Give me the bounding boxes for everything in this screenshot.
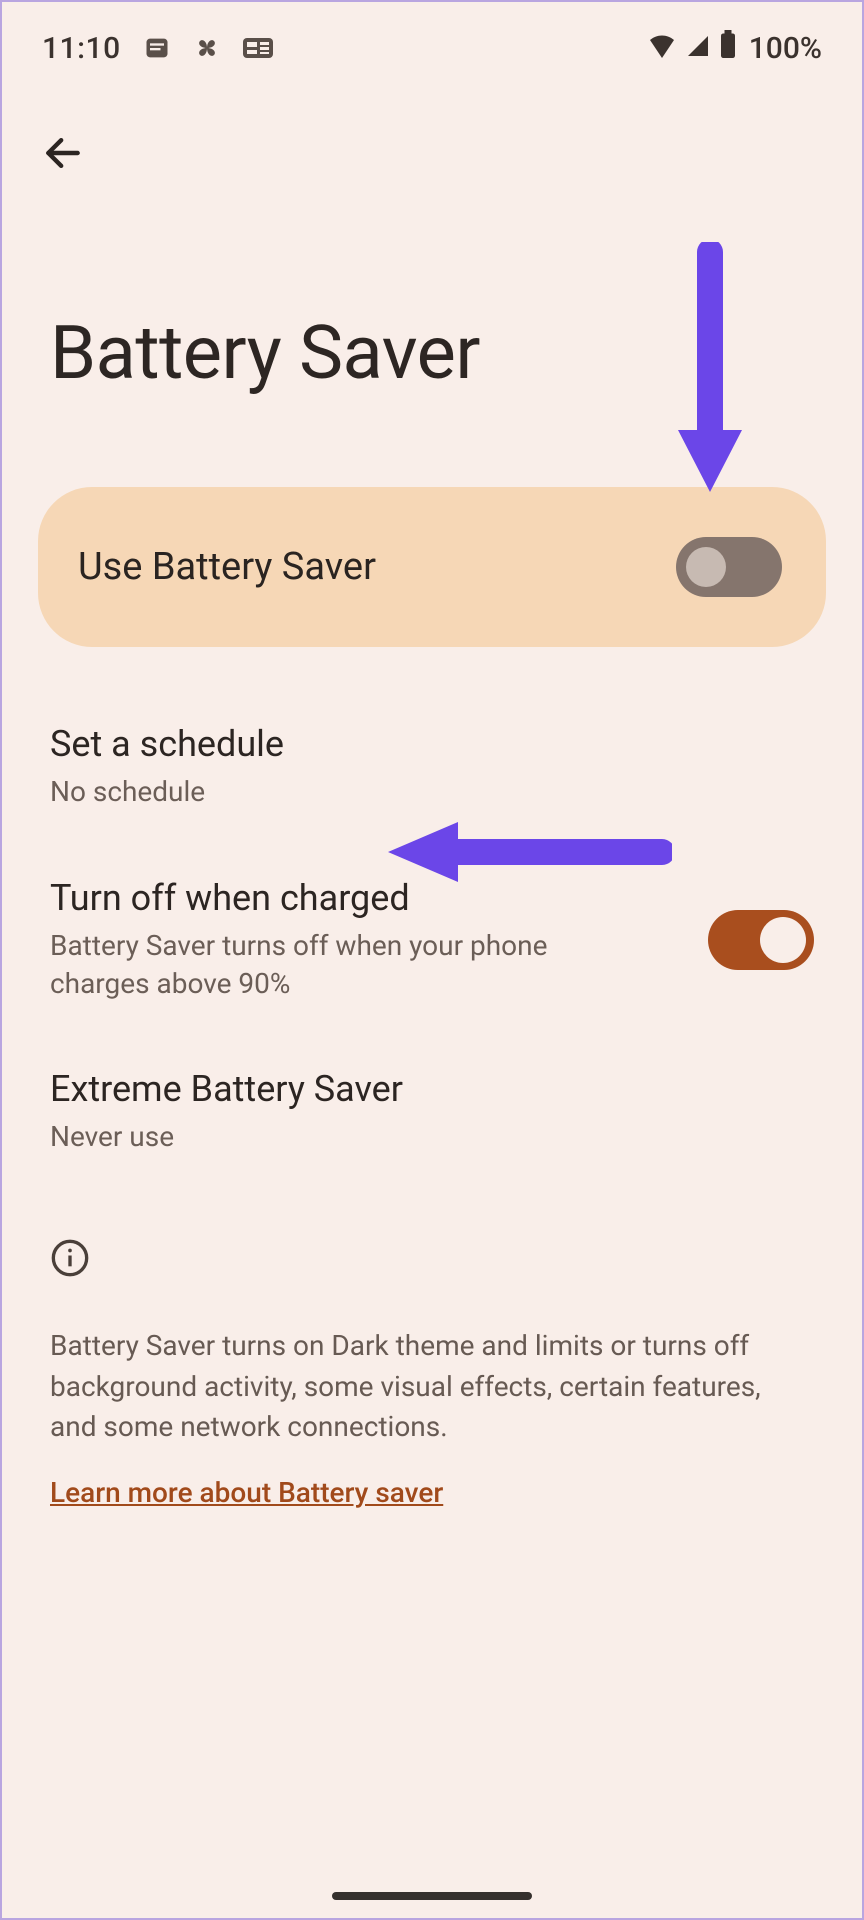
use-battery-saver-label: Use Battery Saver xyxy=(78,545,376,589)
status-clock: 11:10 xyxy=(42,31,121,66)
back-button[interactable] xyxy=(36,126,90,180)
messages-icon xyxy=(143,34,171,62)
pinwheel-icon xyxy=(193,34,221,62)
wifi-icon xyxy=(647,31,677,66)
extreme-saver-row[interactable]: Extreme Battery Saver Never use xyxy=(50,1038,814,1192)
use-battery-saver-toggle[interactable] xyxy=(676,537,782,597)
turn-off-charged-row[interactable]: Turn off when charged Battery Saver turn… xyxy=(50,847,814,1039)
set-schedule-row[interactable]: Set a schedule No schedule xyxy=(50,693,814,847)
learn-more-link[interactable]: Learn more about Battery saver xyxy=(50,1476,443,1509)
cell-signal-icon xyxy=(685,31,711,66)
status-left: 11:10 xyxy=(42,31,273,66)
turn-off-charged-toggle[interactable] xyxy=(708,910,814,970)
info-text: Battery Saver turns on Dark theme and li… xyxy=(50,1326,814,1448)
battery-icon xyxy=(719,30,737,66)
set-schedule-subtitle: No schedule xyxy=(50,773,814,811)
nav-handle[interactable] xyxy=(332,1892,532,1900)
toggle-knob xyxy=(686,547,726,587)
info-section: Battery Saver turns on Dark theme and li… xyxy=(2,1192,862,1509)
toggle-knob xyxy=(760,917,806,963)
use-battery-saver-row[interactable]: Use Battery Saver xyxy=(38,487,826,647)
set-schedule-title: Set a schedule xyxy=(50,723,814,765)
status-right: 100% xyxy=(647,30,822,66)
news-icon xyxy=(243,36,273,60)
status-bar: 11:10 100% xyxy=(2,2,862,80)
page-title: Battery Saver xyxy=(2,190,862,457)
settings-list: Set a schedule No schedule Turn off when… xyxy=(2,693,862,1192)
info-icon xyxy=(50,1238,814,1282)
turn-off-charged-subtitle: Battery Saver turns off when your phone … xyxy=(50,927,590,1003)
battery-percent: 100% xyxy=(749,31,822,66)
app-bar xyxy=(2,80,862,190)
extreme-saver-title: Extreme Battery Saver xyxy=(50,1068,814,1110)
turn-off-charged-title: Turn off when charged xyxy=(50,877,678,919)
extreme-saver-subtitle: Never use xyxy=(50,1118,814,1156)
